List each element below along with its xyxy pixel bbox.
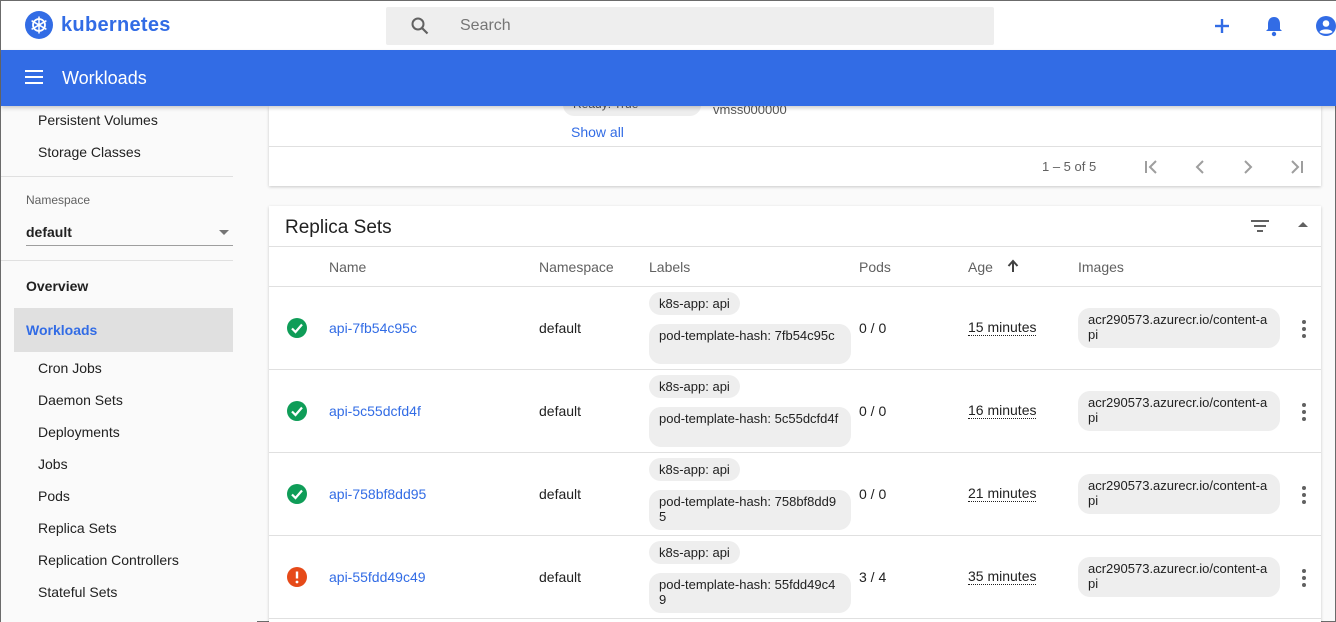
- status-ok-icon: [287, 318, 307, 338]
- age-cell: 35 minutes: [968, 568, 1037, 585]
- dropdown-arrow-icon: [219, 230, 229, 235]
- age-cell: 21 minutes: [968, 485, 1037, 502]
- account-icon[interactable]: [1315, 15, 1336, 37]
- table-row: api-55fdd49c49 default k8s-app: api pod-…: [269, 536, 1321, 619]
- previous-page-icon[interactable]: [1188, 157, 1212, 177]
- pagination-footer: 1 – 5 of 5: [269, 146, 1321, 186]
- replica-sets-card: Replica Sets Name Namespace Labels Pods …: [269, 206, 1321, 622]
- image-chip: acr290573.azurecr.io/content-api: [1078, 308, 1280, 348]
- page-title: Workloads: [62, 68, 147, 88]
- status-error-icon: [287, 567, 307, 587]
- status-ok-icon: [287, 401, 307, 421]
- kubernetes-logo[interactable]: kubernetes: [25, 11, 171, 39]
- namespace-label: Namespace: [26, 193, 91, 207]
- search-icon: [411, 17, 429, 35]
- main-content: Ready: True vmss000000 Show all 1 – 5 of…: [269, 94, 1321, 622]
- more-vert-icon[interactable]: [1297, 320, 1311, 338]
- notifications-bell-icon[interactable]: [1263, 15, 1285, 37]
- age-cell: 15 minutes: [968, 319, 1037, 336]
- replica-set-name-link[interactable]: api-55fdd49c49: [329, 569, 426, 585]
- add-icon[interactable]: [1211, 15, 1233, 37]
- column-header-namespace[interactable]: Namespace: [539, 259, 614, 275]
- image-chip: acr290573.azurecr.io/content-api: [1078, 391, 1280, 431]
- search-bar[interactable]: [386, 7, 994, 45]
- sidebar-item-daemon-sets[interactable]: Daemon Sets: [38, 392, 123, 408]
- first-page-icon[interactable]: [1140, 157, 1164, 177]
- column-header-pods: Pods: [859, 259, 891, 275]
- logo-text: kubernetes: [61, 13, 171, 36]
- image-chip: acr290573.azurecr.io/content-api: [1078, 474, 1280, 514]
- pods-cell: 3 / 4: [859, 569, 887, 585]
- namespace-cell: default: [539, 569, 582, 585]
- label-chip: k8s-app: api: [649, 375, 740, 398]
- sidebar-item-deployments[interactable]: Deployments: [38, 424, 120, 440]
- helm-wheel-icon: [25, 11, 53, 39]
- label-chip: pod-template-hash: 55fdd49c49: [649, 573, 851, 613]
- filter-icon[interactable]: [1250, 219, 1270, 233]
- column-header-age[interactable]: Age: [968, 259, 993, 275]
- label-chip: k8s-app: api: [649, 458, 740, 481]
- sidebar-item-workloads[interactable]: Workloads: [14, 308, 233, 352]
- top-bar: kubernetes: [1, 1, 1336, 50]
- table-header: Name Namespace Labels Pods Age Images: [269, 246, 1321, 287]
- replica-set-name-link[interactable]: api-758bf8dd95: [329, 486, 426, 502]
- sidebar-item-overview[interactable]: Overview: [26, 278, 88, 294]
- label-chip: pod-template-hash: 7fb54c95c: [649, 324, 851, 364]
- previous-card: Ready: True vmss000000 Show all 1 – 5 of…: [269, 94, 1321, 186]
- column-header-labels: Labels: [649, 259, 691, 275]
- column-header-images: Images: [1078, 259, 1124, 275]
- status-ok-icon: [287, 484, 307, 504]
- pods-cell: 0 / 0: [859, 320, 887, 336]
- sidebar-item-stateful-sets[interactable]: Stateful Sets: [38, 584, 117, 600]
- column-header-name[interactable]: Name: [329, 259, 366, 275]
- sort-ascending-icon[interactable]: [1007, 259, 1019, 273]
- sidebar-item-cron-jobs[interactable]: Cron Jobs: [38, 360, 102, 376]
- sidebar-divider: [1, 176, 233, 177]
- collapse-arrow-icon[interactable]: [1298, 222, 1308, 227]
- pods-cell: 0 / 0: [859, 486, 887, 502]
- title-bar: Workloads: [1, 50, 1336, 106]
- sidebar-item-storage-classes[interactable]: Storage Classes: [38, 144, 141, 160]
- label-chip: k8s-app: api: [649, 541, 740, 564]
- sidebar-item-pods[interactable]: Pods: [38, 488, 70, 504]
- sidebar-item-replica-sets[interactable]: Replica Sets: [38, 520, 117, 536]
- sidebar: Persistent Volumes Storage Classes Names…: [1, 106, 257, 622]
- namespace-cell: default: [539, 320, 582, 336]
- age-cell: 16 minutes: [968, 402, 1037, 419]
- last-page-icon[interactable]: [1284, 157, 1308, 177]
- label-chip: pod-template-hash: 758bf8dd95: [649, 490, 851, 530]
- search-input[interactable]: [460, 7, 960, 45]
- more-vert-icon[interactable]: [1297, 403, 1311, 421]
- sidebar-divider: [1, 260, 233, 261]
- pods-cell: 0 / 0: [859, 403, 887, 419]
- pagination-range: 1 – 5 of 5: [1042, 159, 1097, 174]
- sidebar-item-replication-controllers[interactable]: Replication Controllers: [38, 552, 179, 568]
- replica-set-name-link[interactable]: api-7fb54c95c: [329, 320, 417, 336]
- hamburger-menu-icon[interactable]: [25, 70, 43, 84]
- show-all-link[interactable]: Show all: [571, 124, 624, 140]
- sidebar-item-persistent-volumes[interactable]: Persistent Volumes: [38, 112, 158, 128]
- replica-set-name-link[interactable]: api-5c55dcfd4f: [329, 403, 421, 419]
- more-vert-icon[interactable]: [1297, 486, 1311, 504]
- image-chip: acr290573.azurecr.io/content-api: [1078, 557, 1280, 597]
- namespace-cell: default: [539, 486, 582, 502]
- next-page-icon[interactable]: [1236, 157, 1260, 177]
- namespace-value: default: [26, 224, 72, 240]
- sidebar-item-label: Workloads: [26, 322, 98, 338]
- card-title: Replica Sets: [285, 217, 392, 238]
- label-chip: pod-template-hash: 5c55dcfd4f: [649, 407, 851, 447]
- namespace-select[interactable]: default: [26, 218, 233, 246]
- more-vert-icon[interactable]: [1297, 569, 1311, 587]
- sidebar-item-jobs[interactable]: Jobs: [38, 456, 68, 472]
- label-chip: k8s-app: api: [649, 292, 740, 315]
- table-row: api-5c55dcfd4f default k8s-app: api pod-…: [269, 370, 1321, 453]
- table-row: api-758bf8dd95 default k8s-app: api pod-…: [269, 453, 1321, 536]
- namespace-cell: default: [539, 403, 582, 419]
- table-row: api-7fb54c95c default k8s-app: api pod-t…: [269, 287, 1321, 370]
